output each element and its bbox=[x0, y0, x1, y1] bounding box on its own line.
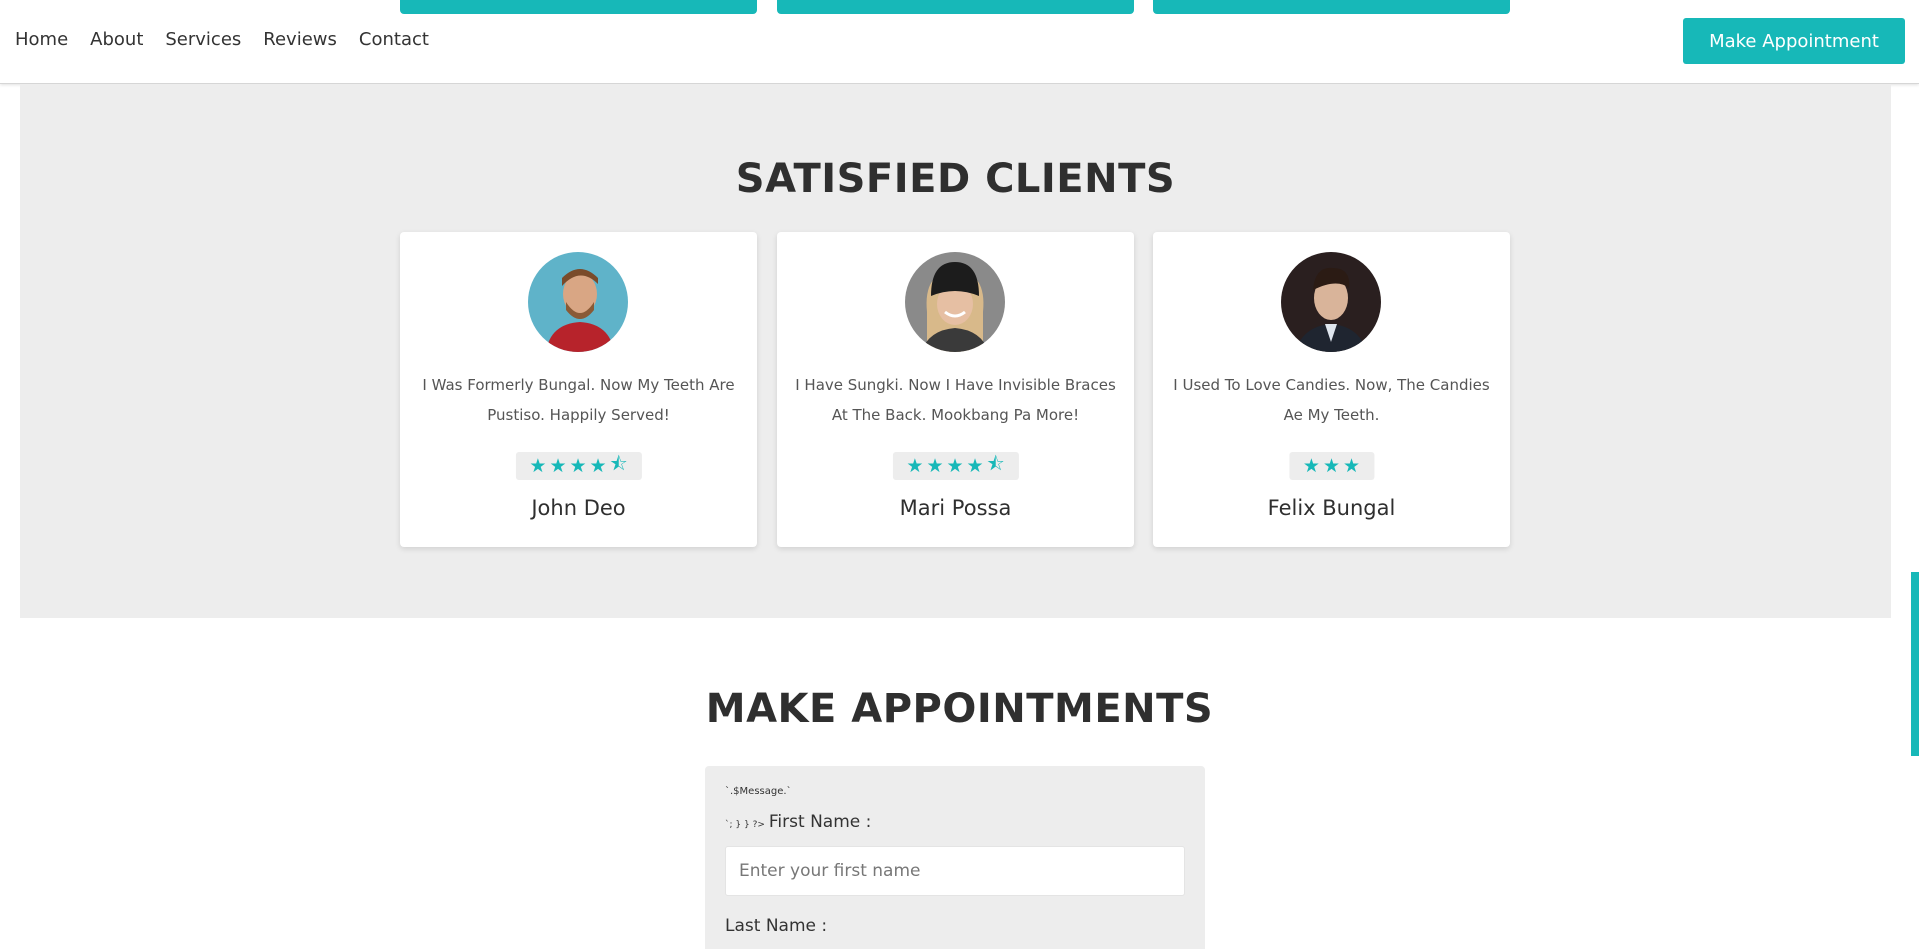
clients-title: SATISFIED CLIENTS bbox=[735, 156, 1176, 202]
client-name: Felix Bungal bbox=[1267, 496, 1396, 520]
testimonial-card: I Have Sungki. Now I Have Invisible Brac… bbox=[777, 232, 1134, 547]
star-icon: ★ bbox=[549, 455, 567, 477]
php-prefix-text: `; } } ?> bbox=[725, 820, 765, 830]
star-icon: ★ bbox=[966, 455, 984, 477]
star-half-icon: ⯪ bbox=[986, 453, 1005, 475]
appointments-title: MAKE APPOINTMENTS bbox=[705, 686, 1214, 732]
testimonial-quote: I Have Sungki. Now I Have Invisible Brac… bbox=[795, 376, 1116, 424]
star-icon: ★ bbox=[1302, 455, 1320, 477]
nav-reviews[interactable]: Reviews bbox=[263, 26, 337, 54]
testimonial-card: I Was Formerly Bungal. Now My Teeth Are … bbox=[400, 232, 757, 547]
first-name-label: `; } } ?> First Name : bbox=[725, 812, 871, 832]
avatar bbox=[528, 252, 628, 352]
form-message: `.$Message.` bbox=[725, 786, 792, 797]
nav-home[interactable]: Home bbox=[15, 26, 68, 54]
last-name-label: Last Name : bbox=[725, 916, 828, 936]
first-name-input[interactable] bbox=[725, 846, 1185, 896]
nav-contact[interactable]: Contact bbox=[359, 26, 429, 54]
avatar bbox=[1281, 252, 1381, 352]
rating-stars: ★ ★ ★ ★ ⯪ bbox=[515, 452, 642, 480]
star-icon: ★ bbox=[569, 455, 587, 477]
star-half-icon: ⯪ bbox=[609, 453, 628, 475]
first-name-label-text: First Name : bbox=[768, 812, 872, 832]
client-name: John Deo bbox=[531, 496, 626, 520]
scroll-indicator[interactable] bbox=[1911, 572, 1919, 756]
client-name: Mari Possa bbox=[899, 496, 1012, 520]
clients-section: SATISFIED CLIENTS I Was Formerly Bungal.… bbox=[20, 84, 1891, 618]
star-icon: ★ bbox=[1322, 455, 1341, 477]
nav-services[interactable]: Services bbox=[165, 26, 241, 54]
nav-about[interactable]: About bbox=[90, 26, 143, 54]
star-icon: ★ bbox=[926, 455, 944, 477]
navbar: Home About Services Reviews Contact Make… bbox=[0, 0, 1919, 84]
star-icon: ★ bbox=[1343, 455, 1361, 477]
rating-stars: ★ ★ ★ ★ ⯪ bbox=[892, 452, 1019, 480]
appointment-form: `.$Message.` `; } } ?>First Name : Last … bbox=[705, 766, 1205, 949]
rating-stars: ★ ★ ★ bbox=[1288, 452, 1375, 480]
testimonial-quote: I Used To Love Candies. Now, The Candies… bbox=[1173, 376, 1490, 424]
star-icon: ★ bbox=[589, 455, 607, 477]
avatar bbox=[905, 252, 1005, 352]
make-appointment-button[interactable]: Make Appointment bbox=[1683, 18, 1905, 64]
star-icon: ★ bbox=[529, 455, 547, 477]
testimonial-card: I Used To Love Candies. Now, The Candies… bbox=[1153, 232, 1510, 547]
star-icon: ★ bbox=[906, 455, 924, 477]
star-icon: ★ bbox=[946, 455, 964, 477]
testimonial-quote: I Was Formerly Bungal. Now My Teeth Are … bbox=[422, 376, 735, 424]
nav-links: Home About Services Reviews Contact bbox=[15, 26, 451, 54]
